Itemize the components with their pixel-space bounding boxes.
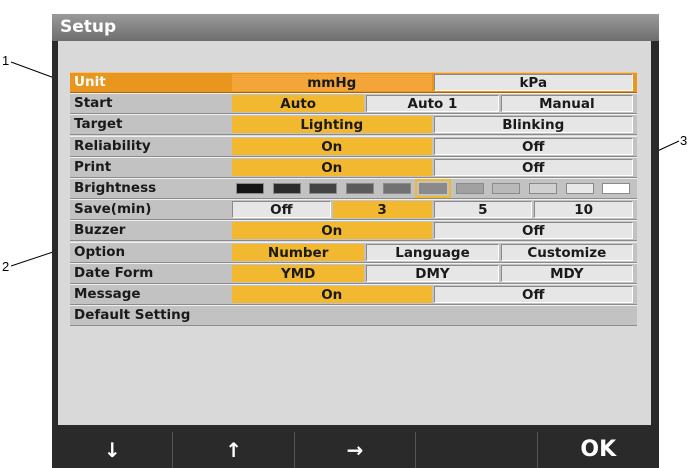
softkey-bar: ↓ ↑ → OK [52,432,659,468]
setting-row-option[interactable]: Option Number Language Customize [70,241,637,263]
brightness-level-1[interactable] [236,183,264,194]
option-on[interactable]: On [232,137,432,155]
brightness-level-6[interactable] [415,179,452,198]
option-off[interactable]: Off [433,158,633,176]
setting-row-message[interactable]: Message On Off [70,284,637,305]
option-mdy[interactable]: MDY [500,264,633,282]
setting-label: Option [74,243,126,260]
setting-label: Brightness [74,180,157,196]
option-language[interactable]: Language [366,243,499,261]
callout-3: 3 [680,133,688,148]
setting-row-save-min[interactable]: Save(min) Off 3 5 10 [70,199,637,221]
option-on[interactable]: On [232,158,432,176]
option-mmhg[interactable]: mmHg [232,74,432,91]
setting-row-reliability[interactable]: Reliability On Off [70,135,637,157]
brightness-level-9[interactable] [529,183,558,194]
option-10[interactable]: 10 [534,201,633,219]
setting-row-target[interactable]: Target Lighting Blinking [70,114,637,136]
brightness-level-11[interactable] [602,183,631,194]
option-on[interactable]: On [232,286,432,303]
option-off[interactable]: Off [433,286,633,303]
setting-label: Unit [74,74,106,90]
brightness-level-8[interactable] [492,183,521,194]
setting-label: Print [74,158,112,175]
brightness-level-10[interactable] [565,183,594,194]
option-ymd[interactable]: YMD [232,264,365,282]
setting-row-default-setting[interactable]: Default Setting [70,305,637,327]
option-blinking[interactable]: Blinking [433,116,633,134]
setting-label: Message [74,286,141,302]
brightness-level-4[interactable] [345,183,374,194]
option-5[interactable]: 5 [433,201,533,219]
window-title: Setup [52,14,659,41]
option-auto-1[interactable]: Auto 1 [366,95,499,113]
arrow-down-icon[interactable]: ↓ [52,432,174,468]
setting-label: Buzzer [74,222,126,239]
option-3[interactable]: 3 [332,201,432,219]
option-auto[interactable]: Auto [232,95,365,113]
option-dmy[interactable]: DMY [366,264,499,282]
arrow-right-icon[interactable]: → [295,432,417,468]
option-number[interactable]: Number [232,243,365,261]
option-on[interactable]: On [232,222,432,240]
option-customize[interactable]: Customize [500,243,633,261]
softkey-blank[interactable] [416,432,538,468]
brightness-level-2[interactable] [272,183,301,194]
callout-2: 2 [2,259,10,274]
setting-row-start[interactable]: Start Auto Auto 1 Manual [70,93,637,115]
setting-row-buzzer[interactable]: Buzzer On Off [70,220,637,242]
setting-row-brightness[interactable]: Brightness [70,178,637,199]
brightness-level-7[interactable] [455,183,484,194]
option-kpa[interactable]: kPa [433,74,633,91]
option-manual[interactable]: Manual [500,95,633,113]
setting-row-unit[interactable]: Unit mmHg kPa [70,72,637,93]
option-off[interactable]: Off [232,201,331,219]
callout-1: 1 [2,53,10,68]
option-lighting[interactable]: Lighting [232,116,432,134]
setting-row-date-form[interactable]: Date Form YMD DMY MDY [70,262,637,284]
arrow-up-icon[interactable]: ↑ [173,432,295,468]
option-off[interactable]: Off [433,137,633,155]
setting-label: Save(min) [74,201,152,218]
brightness-level-5[interactable] [382,183,411,194]
setting-label: Start [74,95,113,112]
setting-label: Target [74,116,123,133]
setting-label: Date Form [74,264,154,281]
option-off[interactable]: Off [433,222,633,240]
ok-button[interactable]: OK [538,432,659,468]
setting-row-print[interactable]: Print On Off [70,156,637,178]
setting-label: Reliability [74,137,151,154]
brightness-level-3[interactable] [309,183,338,194]
setting-label: Default Setting [74,307,191,324]
